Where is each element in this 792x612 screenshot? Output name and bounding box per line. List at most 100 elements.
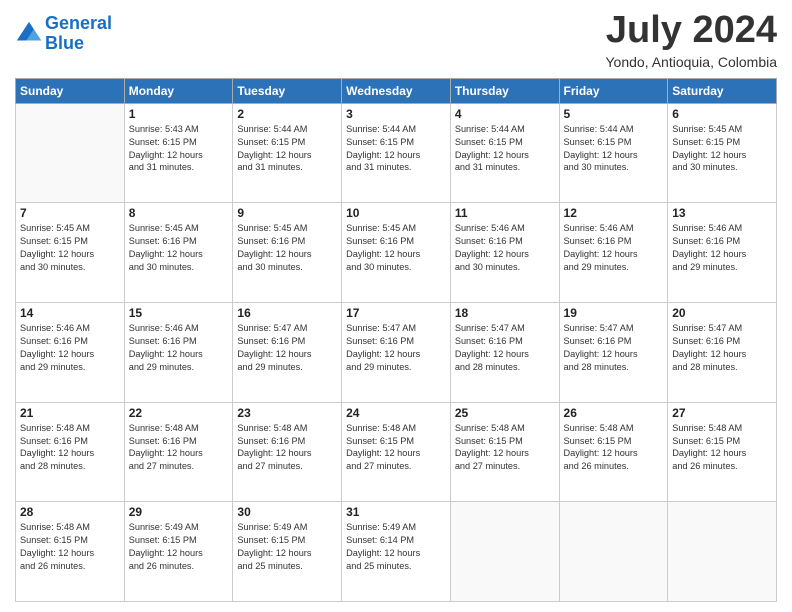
weekday-header: Tuesday [233,78,342,103]
calendar-cell: 12 Sunrise: 5:46 AMSunset: 6:16 PMDayligh… [559,203,668,303]
calendar-cell [668,502,777,602]
day-number: 12 [564,206,664,220]
calendar-cell: 10 Sunrise: 5:45 AMSunset: 6:16 PMDayligh… [342,203,451,303]
day-number: 13 [672,206,772,220]
day-info: Sunrise: 5:47 AMSunset: 6:16 PMDaylight:… [672,322,772,374]
weekday-header: Thursday [450,78,559,103]
calendar-cell: 9 Sunrise: 5:45 AMSunset: 6:16 PMDaylight… [233,203,342,303]
day-number: 4 [455,107,555,121]
day-number: 24 [346,406,446,420]
day-info: Sunrise: 5:47 AMSunset: 6:16 PMDaylight:… [455,322,555,374]
title-block: July 2024 Yondo, Antioquia, Colombia [606,10,778,70]
calendar-cell [559,502,668,602]
calendar-cell: 17Sunrise: 5:47 AMSunset: 6:16 PMDayligh… [342,303,451,403]
day-info: Sunrise: 5:44 AMSunset: 6:15 PMDaylight:… [237,123,337,175]
day-info: Sunrise: 5:45 AMSunset: 6:16 PMDaylight:… [346,222,446,274]
calendar-table: SundayMondayTuesdayWednesdayThursdayFrid… [15,78,777,602]
day-info: Sunrise: 5:48 AMSunset: 6:15 PMDaylight:… [20,521,120,573]
day-number: 26 [564,406,664,420]
day-info: Sunrise: 5:46 AMSunset: 6:16 PMDaylight:… [455,222,555,274]
day-number: 22 [129,406,229,420]
day-number: 6 [672,107,772,121]
day-info: Sunrise: 5:46 AMSunset: 6:16 PMDaylight:… [129,322,229,374]
calendar-cell: 6 Sunrise: 5:45 AMSunset: 6:15 PMDaylight… [668,103,777,203]
day-info: Sunrise: 5:48 AMSunset: 6:15 PMDaylight:… [455,422,555,474]
day-number: 9 [237,206,337,220]
logo: General Blue [15,14,112,54]
day-info: Sunrise: 5:46 AMSunset: 6:16 PMDaylight:… [672,222,772,274]
calendar-cell: 8 Sunrise: 5:45 AMSunset: 6:16 PMDaylight… [124,203,233,303]
day-info: Sunrise: 5:48 AMSunset: 6:16 PMDaylight:… [237,422,337,474]
page: General Blue July 2024 Yondo, Antioquia,… [0,0,792,612]
day-number: 17 [346,306,446,320]
calendar-cell: 2Sunrise: 5:44 AMSunset: 6:15 PMDaylight… [233,103,342,203]
weekday-row: SundayMondayTuesdayWednesdayThursdayFrid… [16,78,777,103]
day-number: 31 [346,505,446,519]
calendar-cell: 11Sunrise: 5:46 AMSunset: 6:16 PMDayligh… [450,203,559,303]
day-number: 5 [564,107,664,121]
day-number: 21 [20,406,120,420]
day-number: 28 [20,505,120,519]
calendar-cell: 24 Sunrise: 5:48 AMSunset: 6:15 PMDayligh… [342,402,451,502]
day-info: Sunrise: 5:45 AMSunset: 6:16 PMDaylight:… [237,222,337,274]
day-info: Sunrise: 5:44 AMSunset: 6:15 PMDaylight:… [455,123,555,175]
calendar-cell: 30Sunrise: 5:49 AMSunset: 6:15 PMDayligh… [233,502,342,602]
calendar-week-row: 28 Sunrise: 5:48 AMSunset: 6:15 PMDayligh… [16,502,777,602]
day-info: Sunrise: 5:48 AMSunset: 6:16 PMDaylight:… [129,422,229,474]
day-info: Sunrise: 5:49 AMSunset: 6:15 PMDaylight:… [129,521,229,573]
day-info: Sunrise: 5:48 AMSunset: 6:15 PMDaylight:… [672,422,772,474]
calendar-cell: 3Sunrise: 5:44 AMSunset: 6:15 PMDaylight… [342,103,451,203]
header: General Blue July 2024 Yondo, Antioquia,… [15,10,777,70]
day-info: Sunrise: 5:44 AMSunset: 6:15 PMDaylight:… [346,123,446,175]
month-title: July 2024 [606,10,778,52]
day-number: 15 [129,306,229,320]
day-number: 18 [455,306,555,320]
calendar-week-row: 7Sunrise: 5:45 AMSunset: 6:15 PMDaylight… [16,203,777,303]
calendar-cell: 28 Sunrise: 5:48 AMSunset: 6:15 PMDayligh… [16,502,125,602]
calendar-cell: 14Sunrise: 5:46 AMSunset: 6:16 PMDayligh… [16,303,125,403]
calendar-week-row: 21 Sunrise: 5:48 AMSunset: 6:16 PMDayligh… [16,402,777,502]
day-info: Sunrise: 5:48 AMSunset: 6:15 PMDaylight:… [346,422,446,474]
day-number: 10 [346,206,446,220]
calendar-cell: 16 Sunrise: 5:47 AMSunset: 6:16 PMDayligh… [233,303,342,403]
logo-icon [15,20,43,48]
day-info: Sunrise: 5:49 AMSunset: 6:14 PMDaylight:… [346,521,446,573]
calendar-cell: 7Sunrise: 5:45 AMSunset: 6:15 PMDaylight… [16,203,125,303]
day-info: Sunrise: 5:47 AMSunset: 6:16 PMDaylight:… [564,322,664,374]
day-info: Sunrise: 5:48 AMSunset: 6:15 PMDaylight:… [564,422,664,474]
day-info: Sunrise: 5:47 AMSunset: 6:16 PMDaylight:… [237,322,337,374]
day-info: Sunrise: 5:45 AMSunset: 6:15 PMDaylight:… [20,222,120,274]
weekday-header: Sunday [16,78,125,103]
day-number: 29 [129,505,229,519]
day-number: 14 [20,306,120,320]
logo-text: General Blue [45,14,112,54]
calendar-cell: 31 Sunrise: 5:49 AMSunset: 6:14 PMDayligh… [342,502,451,602]
calendar-cell: 22 Sunrise: 5:48 AMSunset: 6:16 PMDayligh… [124,402,233,502]
weekday-header: Wednesday [342,78,451,103]
calendar-cell: 13 Sunrise: 5:46 AMSunset: 6:16 PMDayligh… [668,203,777,303]
day-number: 25 [455,406,555,420]
calendar-cell: 1Sunrise: 5:43 AMSunset: 6:15 PMDaylight… [124,103,233,203]
day-info: Sunrise: 5:45 AMSunset: 6:15 PMDaylight:… [672,123,772,175]
weekday-header: Monday [124,78,233,103]
day-number: 1 [129,107,229,121]
calendar-body: 1Sunrise: 5:43 AMSunset: 6:15 PMDaylight… [16,103,777,601]
calendar-week-row: 1Sunrise: 5:43 AMSunset: 6:15 PMDaylight… [16,103,777,203]
day-number: 27 [672,406,772,420]
logo-blue: Blue [45,34,112,54]
day-number: 20 [672,306,772,320]
day-info: Sunrise: 5:45 AMSunset: 6:16 PMDaylight:… [129,222,229,274]
calendar-cell: 4 Sunrise: 5:44 AMSunset: 6:15 PMDaylight… [450,103,559,203]
day-info: Sunrise: 5:44 AMSunset: 6:15 PMDaylight:… [564,123,664,175]
weekday-header: Friday [559,78,668,103]
calendar-cell: 19 Sunrise: 5:47 AMSunset: 6:16 PMDayligh… [559,303,668,403]
day-number: 19 [564,306,664,320]
day-info: Sunrise: 5:46 AMSunset: 6:16 PMDaylight:… [564,222,664,274]
day-number: 16 [237,306,337,320]
day-number: 8 [129,206,229,220]
day-info: Sunrise: 5:48 AMSunset: 6:16 PMDaylight:… [20,422,120,474]
day-info: Sunrise: 5:49 AMSunset: 6:15 PMDaylight:… [237,521,337,573]
calendar-header: SundayMondayTuesdayWednesdayThursdayFrid… [16,78,777,103]
day-number: 23 [237,406,337,420]
calendar-cell: 5 Sunrise: 5:44 AMSunset: 6:15 PMDaylight… [559,103,668,203]
